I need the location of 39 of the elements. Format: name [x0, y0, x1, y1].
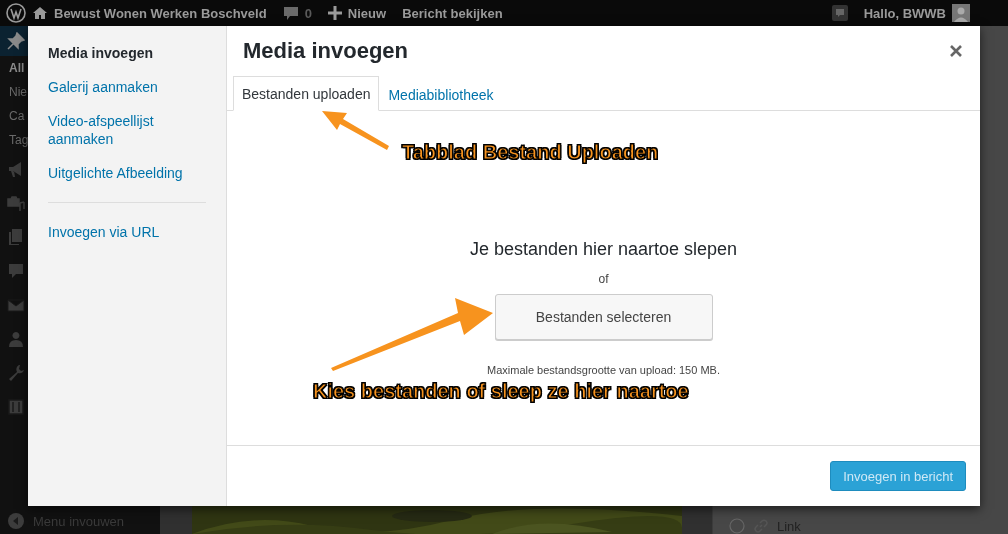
radio-icon[interactable] [729, 518, 745, 534]
notification-icon[interactable] [831, 5, 848, 21]
tab[interactable]: Mediabibliotheek [379, 77, 503, 111]
annotation-label: Kies bestanden of sleep ze hier naartoe [313, 380, 689, 403]
comment-icon[interactable] [282, 5, 299, 21]
wordpress-logo-icon[interactable] [6, 3, 26, 23]
new-link[interactable]: Nieuw [347, 5, 387, 21]
or-label: of [598, 272, 609, 286]
site-name-link[interactable]: Bewust Wonen Werken Boschveld [54, 5, 267, 21]
drop-instructions: Je bestanden hier naartoe slepen [469, 239, 738, 260]
pages-icon[interactable] [7, 228, 25, 246]
close-icon[interactable] [950, 45, 962, 57]
user-icon[interactable] [7, 330, 25, 348]
home-icon[interactable] [32, 6, 48, 20]
menu-item[interactable]: Tag [0, 128, 29, 152]
sidebar-menu-item[interactable]: Video-afspeellijst aanmaken [48, 112, 206, 148]
collapse-icon[interactable] [7, 512, 25, 530]
sidebar-menu-item[interactable]: Media invoegen [48, 44, 206, 62]
sidebar-menu-item[interactable]: Invoegen via URL [48, 223, 206, 241]
speech-bubble-icon[interactable] [7, 262, 25, 280]
wrench-icon[interactable] [7, 364, 25, 382]
camera-music-icon[interactable] [7, 194, 25, 212]
select-files-button[interactable]: Bestanden selecteren [494, 294, 713, 340]
avatar-icon[interactable] [952, 4, 970, 22]
menu-item[interactable]: All [0, 56, 25, 80]
comment-count[interactable]: 0 [304, 5, 312, 21]
sidebar-menu-item[interactable]: Uitgelichte Afbeelding [48, 164, 206, 182]
tab[interactable]: Bestanden uploaden [233, 76, 380, 111]
view-post-link[interactable]: Bericht bekijken [402, 5, 503, 21]
arrow [322, 111, 389, 150]
menu-item[interactable]: Ca [0, 104, 25, 128]
dialog-title: Media invoegen [243, 38, 409, 64]
plus-icon[interactable] [327, 6, 342, 20]
sidebar-menu-item[interactable]: Galerij aanmaken [48, 78, 206, 96]
max-size-note: Maximale bestandsgrootte van upload: 150 MB. [487, 364, 720, 376]
pin-icon[interactable] [7, 32, 25, 50]
annotation-label: Tabblad Bestand Uploaden [402, 141, 659, 164]
menu-item[interactable]: Nie [0, 80, 27, 104]
greeting-link[interactable]: Hallo, BWWB [863, 5, 946, 21]
